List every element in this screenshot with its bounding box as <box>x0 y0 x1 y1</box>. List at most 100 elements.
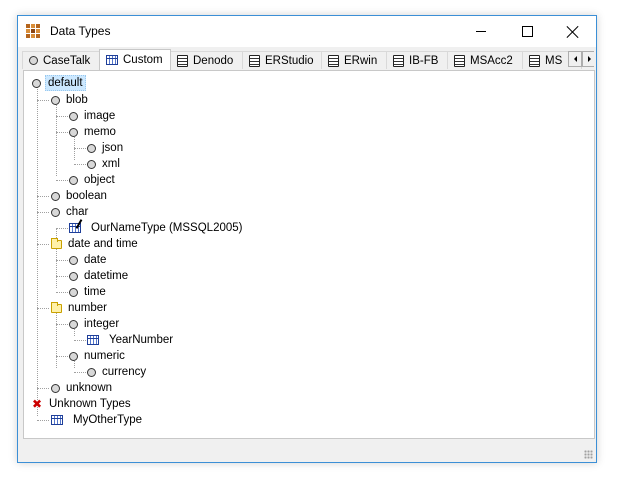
table-icon <box>106 55 118 65</box>
tree-line <box>74 372 86 373</box>
tree-node-label: number <box>68 302 107 314</box>
tree-node-label: boolean <box>66 190 107 202</box>
tab-erwin[interactable]: ERwin <box>321 51 387 69</box>
circle-icon <box>51 383 60 393</box>
tab-label: MS <box>545 54 563 67</box>
tree-line <box>56 180 68 181</box>
tree-line <box>37 100 49 101</box>
tree-node-label: integer <box>84 318 120 330</box>
tree-line <box>56 260 68 261</box>
tab-custom[interactable]: Custom <box>99 49 171 70</box>
circle-icon <box>51 191 60 201</box>
tree-line <box>74 340 86 341</box>
tree-node-label: memo <box>84 126 116 138</box>
tab-label: ERwin <box>344 54 378 67</box>
tree-node-blob[interactable]: blob <box>51 92 90 108</box>
tab-label: Custom <box>123 54 163 66</box>
circle-icon <box>87 159 96 169</box>
circle-icon <box>87 143 96 153</box>
circle-icon <box>69 271 78 281</box>
tree-node-label: json <box>102 142 124 154</box>
tree-node-label: MyOtherType <box>73 414 143 426</box>
tree-node-boolean[interactable]: boolean <box>51 188 109 204</box>
database-icon <box>328 54 339 67</box>
folder-icon <box>51 237 62 249</box>
tree-line <box>37 84 38 400</box>
tree-line <box>56 276 68 277</box>
tree-node-label: YearNumber <box>109 334 174 346</box>
tree-line <box>37 308 49 309</box>
tree-node-unknown[interactable]: unknown <box>51 380 114 396</box>
minimize-button[interactable] <box>458 16 504 47</box>
tree-node-label: datetime <box>84 270 129 282</box>
circle-icon <box>32 78 41 88</box>
tree-node-char[interactable]: char <box>51 204 90 220</box>
tree-node-time[interactable]: time <box>69 284 108 300</box>
tree-node-label: blob <box>66 94 88 106</box>
resize-grip-icon[interactable] <box>584 450 593 459</box>
circle-icon <box>51 95 60 105</box>
tree-node-label: object <box>84 174 115 186</box>
tree-node-label: xml <box>102 158 120 170</box>
circle-icon <box>87 367 96 377</box>
tree-node-yearnumber[interactable]: YearNumber <box>87 332 175 348</box>
tree-node-myothertype[interactable]: MyOtherType <box>51 412 144 428</box>
tab-label: CaseTalk <box>43 54 91 67</box>
tab-erstudio[interactable]: ERStudio <box>242 51 322 69</box>
tree-node-default[interactable]: default <box>32 75 86 91</box>
tree-line <box>56 228 68 229</box>
circle-icon <box>69 351 78 361</box>
arrow-right-icon <box>587 56 591 62</box>
database-icon <box>454 54 465 67</box>
tab-casetalk[interactable]: CaseTalk <box>22 51 100 69</box>
tab-msacc2[interactable]: MSAcc2 <box>447 51 523 69</box>
tree-node-label: default <box>45 75 86 91</box>
tab-scroll-right-button[interactable] <box>582 51 594 67</box>
tab-scroll-left-button[interactable] <box>568 51 582 67</box>
tree-node-label: unknown <box>66 382 113 394</box>
close-button[interactable] <box>550 16 596 47</box>
tab-ib-fb[interactable]: IB-FB <box>386 51 448 69</box>
title-bar[interactable]: Data Types <box>18 16 596 47</box>
tree-node-label: time <box>84 286 106 298</box>
red-x-icon: ✖ <box>31 397 43 411</box>
circle-icon <box>29 56 38 65</box>
tree-line <box>74 164 86 165</box>
tree-node-datetime[interactable]: datetime <box>69 268 130 284</box>
tree-node-integer[interactable]: integer <box>69 316 121 332</box>
tree-node-numeric[interactable]: numeric <box>69 348 127 364</box>
tree-node-unknown-types[interactable]: ✖ Unknown Types <box>31 396 133 412</box>
tree-node-currency[interactable]: currency <box>87 364 148 380</box>
tree-node-xml[interactable]: xml <box>87 156 122 172</box>
maximize-button[interactable] <box>504 16 550 47</box>
tab-label: IB-FB <box>409 54 439 67</box>
tree-view[interactable]: default blob image memo json xml object <box>23 70 595 439</box>
tree-node-json[interactable]: json <box>87 140 125 156</box>
circle-icon <box>51 207 60 217</box>
tab-label: MSAcc2 <box>470 54 513 67</box>
tree-node-date-and-time[interactable]: date and time <box>51 236 140 252</box>
data-types-window: Data Types CaseTalk Custom Denodo ERStud… <box>17 15 597 463</box>
tree-node-label: currency <box>102 366 147 378</box>
tree-line <box>56 292 68 293</box>
tree-node-image[interactable]: image <box>69 108 117 124</box>
table-edit-icon <box>69 219 83 233</box>
minimize-icon <box>476 31 486 32</box>
tree-line <box>56 356 68 357</box>
tree-node-memo[interactable]: memo <box>69 124 118 140</box>
database-icon <box>177 54 188 67</box>
tree-node-date[interactable]: date <box>69 252 108 268</box>
tree-line <box>37 196 49 197</box>
tree-line <box>37 244 49 245</box>
tree-node-ournametype[interactable]: OurNameType (MSSQL2005) <box>69 219 244 236</box>
tree-node-number[interactable]: number <box>51 300 109 316</box>
tab-denodo[interactable]: Denodo <box>170 51 243 69</box>
tree-node-label: OurNameType (MSSQL2005) <box>91 222 243 234</box>
window-title: Data Types <box>50 24 111 38</box>
tab-strip: CaseTalk Custom Denodo ERStudio ERwin IB… <box>22 49 594 70</box>
tree-node-label: image <box>84 110 116 122</box>
circle-icon <box>69 127 78 137</box>
table-icon <box>87 335 99 345</box>
tree-node-object[interactable]: object <box>69 172 117 188</box>
circle-icon <box>69 175 78 185</box>
